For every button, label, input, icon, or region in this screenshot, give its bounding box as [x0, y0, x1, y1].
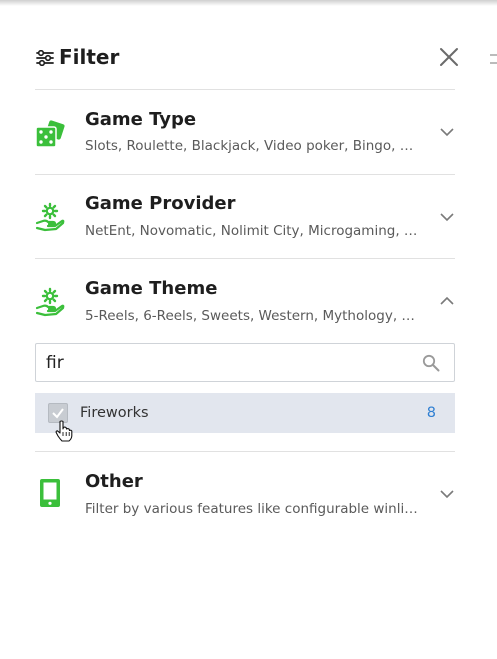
theme-search-box — [35, 343, 455, 382]
section-subtitle: Filter by various features like configur… — [85, 501, 421, 517]
chevron-down-icon[interactable] — [439, 127, 455, 137]
section-title: Game Theme — [85, 278, 218, 299]
option-label: Fireworks — [80, 405, 149, 421]
section-other[interactable]: Other Filter by various features like co… — [35, 466, 455, 532]
divider — [35, 451, 455, 452]
section-subtitle: NetEnt, Novomatic, Nolimit City, Microga… — [85, 223, 421, 239]
section-subtitle: Slots, Roulette, Blackjack, Video poker,… — [85, 138, 421, 154]
hand-cursor-icon — [55, 420, 73, 442]
section-game-type[interactable]: Game Type Slots, Roulette, Blackjack, Vi… — [35, 104, 455, 170]
divider — [35, 174, 455, 175]
filter-title: Filter — [59, 45, 120, 69]
sliders-icon — [36, 50, 54, 66]
filter-header: Filter — [35, 40, 458, 74]
divider — [35, 89, 455, 90]
background-edge — [490, 48, 497, 78]
section-subtitle: 5-Reels, 6-Reels, Sweets, Western, Mytho… — [85, 308, 421, 324]
section-title: Other — [85, 471, 143, 492]
section-title: Game Provider — [85, 193, 236, 214]
search-icon[interactable] — [422, 354, 440, 372]
tablet-icon — [40, 479, 60, 507]
option-count: 8 — [426, 405, 436, 421]
chevron-down-icon[interactable] — [439, 212, 455, 222]
close-icon[interactable] — [438, 46, 460, 68]
hand-gear-icon — [35, 202, 65, 232]
hand-gear-icon — [35, 287, 65, 317]
section-game-theme[interactable]: Game Theme 5-Reels, 6-Reels, Sweets, Wes… — [35, 273, 455, 339]
theme-search-input[interactable] — [46, 344, 406, 381]
section-game-provider[interactable]: Game Provider NetEnt, Novomatic, Nolimit… — [35, 188, 455, 254]
option-fireworks[interactable]: Fireworks 8 — [35, 393, 455, 442]
divider — [35, 258, 455, 259]
top-shadow — [0, 0, 497, 6]
chevron-up-icon[interactable] — [439, 296, 455, 306]
dice-icon — [35, 120, 65, 148]
chevron-down-icon[interactable] — [439, 489, 455, 499]
section-title: Game Type — [85, 109, 197, 130]
